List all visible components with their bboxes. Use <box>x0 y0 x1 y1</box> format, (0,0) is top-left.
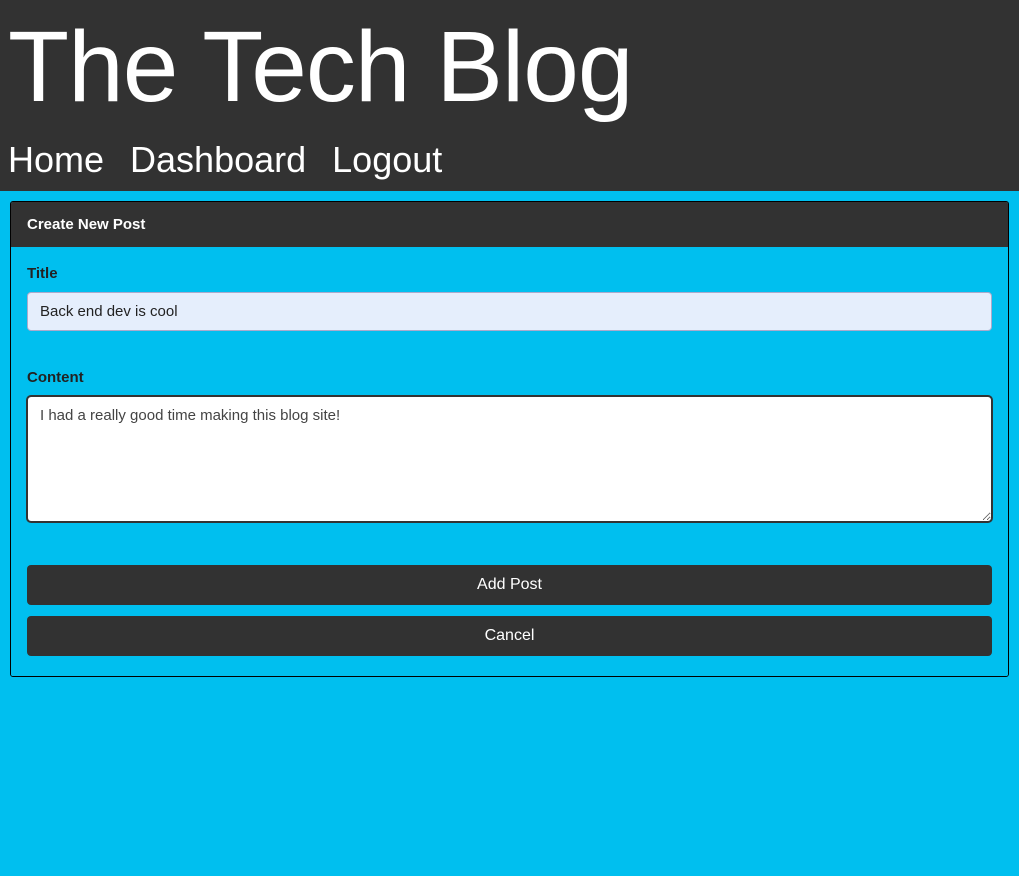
title-label: Title <box>27 265 992 282</box>
panel-title: Create New Post <box>11 202 1008 247</box>
content-label: Content <box>27 369 992 386</box>
add-post-button[interactable]: Add Post <box>27 565 992 605</box>
site-header: The Tech Blog Home Dashboard Logout <box>0 0 1019 191</box>
title-input[interactable] <box>27 292 992 331</box>
title-section: Title <box>27 265 992 331</box>
nav-home[interactable]: Home <box>8 139 104 181</box>
main-nav: Home Dashboard Logout <box>8 139 1011 181</box>
content-textarea[interactable] <box>27 396 992 522</box>
button-row: Add Post Cancel <box>27 565 992 656</box>
nav-logout[interactable]: Logout <box>332 139 442 181</box>
create-post-panel: Create New Post Title Content Add Post C… <box>10 201 1009 677</box>
nav-dashboard[interactable]: Dashboard <box>130 139 306 181</box>
page-body: Create New Post Title Content Add Post C… <box>0 191 1019 687</box>
cancel-button[interactable]: Cancel <box>27 616 992 656</box>
panel-body: Title Content Add Post Cancel <box>11 247 1008 676</box>
content-section: Content <box>27 369 992 527</box>
site-title: The Tech Blog <box>8 0 1011 135</box>
